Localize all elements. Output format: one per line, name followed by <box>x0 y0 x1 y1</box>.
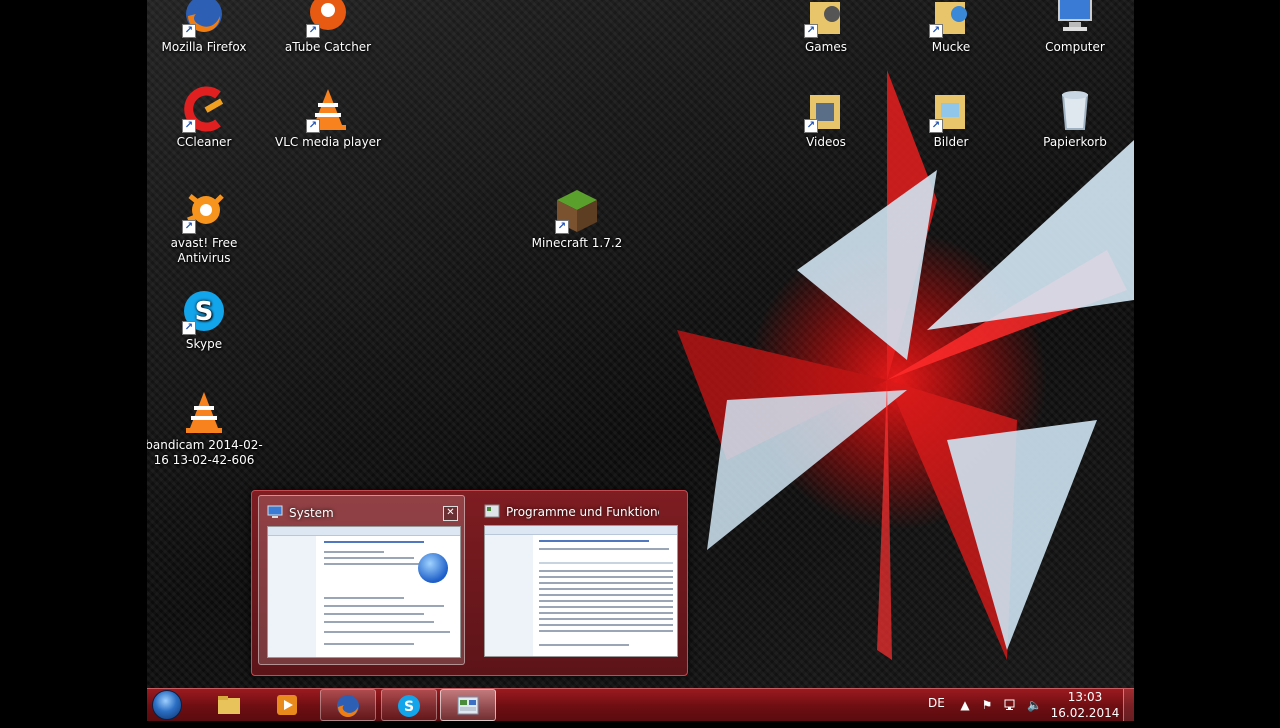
desktop-icon-avast[interactable]: ↗ avast! Free Antivirus <box>147 186 264 266</box>
thumbnail-title-text: Programme und Funktionen <box>506 505 659 519</box>
language-indicator[interactable]: DE <box>928 696 945 728</box>
shortcut-arrow-icon: ↗ <box>182 24 196 38</box>
desktop-icon-label: Papierkorb <box>1043 135 1107 149</box>
desktop-icon-bandicam[interactable]: bandicam 2014-02-16 13-02-42-606 <box>147 388 264 468</box>
windows-orb-icon <box>152 690 182 720</box>
computer-icon <box>1058 0 1092 31</box>
media-player-icon <box>277 695 297 715</box>
shortcut-arrow-icon: ↗ <box>929 24 943 38</box>
system-clock[interactable]: 13:03 16.02.2014 <box>1050 689 1120 721</box>
programs-icon <box>484 504 500 518</box>
shortcut-arrow-icon: ↗ <box>929 119 943 133</box>
show-desktop-button[interactable] <box>1123 689 1134 721</box>
clock-date: 16.02.2014 <box>1050 706 1120 720</box>
shortcut-arrow-icon: ↗ <box>555 220 569 234</box>
svg-text:S: S <box>195 297 214 327</box>
start-button[interactable] <box>149 689 187 721</box>
desktop-icon-label: aTube Catcher <box>284 40 372 54</box>
taskbar-firefox-button[interactable] <box>320 689 376 721</box>
thumbnail-system-window[interactable]: System ✕ <box>258 495 465 665</box>
taskbar-control-panel-button[interactable] <box>440 689 496 721</box>
desktop-icon-videos[interactable]: ↗ Videos <box>766 85 886 150</box>
desktop-icon-label: VLC media player <box>274 135 381 149</box>
desktop-icon-label: CCleaner <box>176 135 232 149</box>
left-pillarbox <box>0 0 147 720</box>
desktop-icon-firefox[interactable]: ↗ Mozilla Firefox <box>147 0 264 55</box>
desktop-icon-label: Minecraft 1.7.2 <box>531 236 623 250</box>
action-center-flag-icon[interactable]: ⚑ <box>980 698 994 712</box>
skype-icon: S <box>398 695 420 717</box>
desktop-icon-label: Mucke <box>931 40 971 54</box>
clock-time: 13:03 <box>1067 690 1103 704</box>
desktop-icon-papierkorb[interactable]: Papierkorb <box>1015 85 1134 150</box>
recycle-bin-icon <box>1061 91 1089 130</box>
desktop-icon-vlc[interactable]: ↗ VLC media player <box>268 85 388 150</box>
volume-icon[interactable]: 🔈 <box>1027 698 1042 712</box>
taskbar: S DE ▲ ⚑ 🔈 13:03 16.02.2014 <box>147 688 1134 721</box>
control-panel-icon <box>457 696 479 715</box>
thumbnail-title-text: System <box>289 506 334 520</box>
desktop-icon-label: avast! Free Antivirus <box>170 236 238 265</box>
desktop-icon-mucke[interactable]: ↗ Mucke <box>891 0 1011 55</box>
desktop-icon-computer[interactable]: Computer <box>1015 0 1134 55</box>
desktop-icon-label: Games <box>805 40 847 54</box>
desktop-icon-label: Mozilla Firefox <box>161 40 247 54</box>
svg-text:S: S <box>404 699 414 715</box>
desktop-icon-atube-catcher[interactable]: ↗ aTube Catcher <box>268 0 388 55</box>
desktop-icon-bilder[interactable]: ↗ Bilder <box>891 85 1011 150</box>
shortcut-arrow-icon: ↗ <box>182 321 196 335</box>
taskbar-thumbnail-preview: System ✕ Programme und Funktionen <box>251 490 688 676</box>
desktop-icon-games[interactable]: ↗ Games <box>766 0 886 55</box>
shortcut-arrow-icon: ↗ <box>182 119 196 133</box>
desktop-icon-label: Computer <box>1045 40 1105 54</box>
close-icon[interactable]: ✕ <box>443 506 458 521</box>
thumbnail-preview-image <box>484 525 678 657</box>
thumbnail-preview-image <box>267 526 461 658</box>
explorer-folder-icon <box>218 696 240 714</box>
desktop-icon-label: bandicam 2014-02-16 13-02-42-606 <box>147 438 263 467</box>
thumbnail-title: Programme und Funktionen <box>484 503 659 521</box>
right-pillarbox <box>1133 0 1280 720</box>
network-icon[interactable] <box>1004 698 1018 712</box>
thumbnail-title: System <box>267 504 440 522</box>
firefox-icon <box>337 695 359 717</box>
desktop-icon-minecraft[interactable]: ↗ Minecraft 1.7.2 <box>517 186 637 251</box>
system-icon <box>267 505 283 519</box>
desktop-icon-label: Videos <box>806 135 846 149</box>
taskbar-skype-button[interactable]: S <box>381 689 437 721</box>
taskbar-explorer-button[interactable] <box>202 689 258 721</box>
desktop-icon-ccleaner[interactable]: ↗ CCleaner <box>147 85 264 150</box>
show-hidden-icons-chevron[interactable]: ▲ <box>958 698 972 712</box>
shortcut-arrow-icon: ↗ <box>182 220 196 234</box>
thumbnail-programs-window[interactable]: Programme und Funktionen <box>476 495 683 665</box>
desktop-icon-label: Bilder <box>933 135 969 149</box>
shortcut-arrow-icon: ↗ <box>804 24 818 38</box>
taskbar-media-player-button[interactable] <box>260 689 316 721</box>
desktop-icon-skype[interactable]: S ↗ Skype <box>147 287 264 352</box>
vlc-cone-icon <box>186 392 222 433</box>
windows-logo-icon <box>418 553 448 583</box>
shortcut-arrow-icon: ↗ <box>306 24 320 38</box>
desktop-icon-label: Skype <box>185 337 223 351</box>
shortcut-arrow-icon: ↗ <box>804 119 818 133</box>
shortcut-arrow-icon: ↗ <box>306 119 320 133</box>
